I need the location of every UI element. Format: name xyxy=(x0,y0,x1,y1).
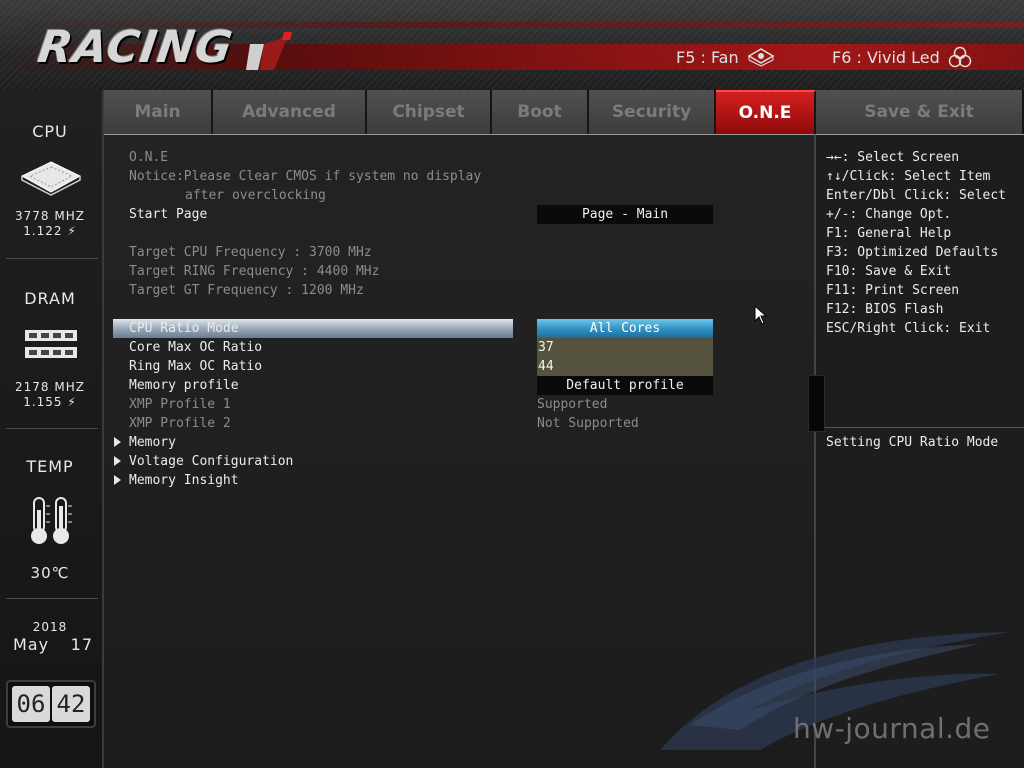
cpu-frequency: 3778 MHZ xyxy=(15,209,85,223)
mouse-cursor-icon xyxy=(754,305,768,325)
help-key-line: F10: Save & Exit xyxy=(826,264,952,279)
date-year: 2018 xyxy=(32,620,68,634)
core-max-oc-ratio-label[interactable]: Core Max OC Ratio xyxy=(129,338,262,357)
help-key-line: ↑↓/Click: Select Item xyxy=(826,169,991,184)
date-day-month: May 17 xyxy=(13,635,93,654)
date-day: 17 xyxy=(70,635,93,654)
help-divider xyxy=(816,427,1024,428)
help-key-line: Enter/Dbl Click: Select xyxy=(826,188,1007,203)
ring-max-oc-ratio-input[interactable]: 44 xyxy=(537,357,713,376)
help-key-line: F11: Print Screen xyxy=(826,283,960,298)
cpu-label: CPU xyxy=(32,122,68,141)
target-gt-frequency: Target GT Frequency : 1200 MHz xyxy=(129,283,364,298)
help-key-line: +/-: Change Opt. xyxy=(826,207,952,222)
clock-display: 06 42 xyxy=(6,680,96,728)
cpu-ratio-mode-value[interactable]: All Cores xyxy=(537,319,713,338)
memory-profile-label[interactable]: Memory profile xyxy=(129,376,239,395)
panel-resize-handle[interactable] xyxy=(808,375,825,432)
submenu-memory-insight[interactable]: Memory Insight xyxy=(129,471,239,490)
cpu-chip-icon xyxy=(20,161,82,196)
target-ring-frequency: Target RING Frequency : 4400 MHz xyxy=(129,264,380,279)
xmp-profile-1-label: XMP Profile 1 xyxy=(129,397,231,412)
tab-chipset[interactable]: Chipset xyxy=(367,90,492,134)
led-icon xyxy=(948,46,972,68)
section-title: O.N.E xyxy=(129,150,169,165)
hotkey-fan[interactable]: F5 : Fan xyxy=(676,46,775,68)
dram-frequency: 2178 MHZ xyxy=(15,380,85,394)
help-key-line: F12: BIOS Flash xyxy=(826,302,944,317)
tab-security[interactable]: Security xyxy=(589,90,716,134)
tab-boot[interactable]: Boot xyxy=(492,90,589,134)
clock-hour: 06 xyxy=(12,686,50,722)
core-max-oc-ratio-input[interactable]: 37 xyxy=(537,338,713,357)
tab-main[interactable]: Main xyxy=(104,90,213,134)
cpu-ratio-mode-label[interactable]: CPU Ratio Mode xyxy=(129,319,239,338)
tab-one[interactable]: O.N.E xyxy=(716,90,816,134)
fan-icon xyxy=(747,48,775,67)
thermometer-icon xyxy=(31,497,72,544)
tab-save-exit[interactable]: Save & Exit xyxy=(816,90,1024,134)
cpu-voltage: 1.122 ⚡ xyxy=(23,224,77,238)
xmp-profile-2-label: XMP Profile 2 xyxy=(129,416,231,431)
start-page-label[interactable]: Start Page xyxy=(129,205,207,224)
submenu-arrow-icon xyxy=(114,437,121,447)
sidebar-divider xyxy=(6,258,98,259)
date-month: May xyxy=(13,635,50,654)
tab-advanced[interactable]: Advanced xyxy=(213,90,367,134)
temp-label: TEMP xyxy=(26,457,74,476)
main-tab-bar: Main Advanced Chipset Boot Security O.N.… xyxy=(104,90,1024,134)
ring-max-oc-ratio-label[interactable]: Ring Max OC Ratio xyxy=(129,357,262,376)
hotkey-vivid-led[interactable]: F6 : Vivid Led xyxy=(832,46,972,68)
help-key-line: F1: General Help xyxy=(826,226,952,241)
watermark-text: hw-journal.de xyxy=(793,712,991,745)
notice-line-1: Notice:Please Clear CMOS if system no di… xyxy=(129,169,482,184)
hotkey-fan-label: F5 : Fan xyxy=(676,47,739,67)
notice-line-2: after overclocking xyxy=(185,188,326,203)
help-key-line: ESC/Right Click: Exit xyxy=(826,321,991,336)
xmp-profile-2-value: Not Supported xyxy=(537,416,639,431)
brand-logo-mark-icon xyxy=(246,32,292,70)
brand-logo: RACING xyxy=(34,22,237,73)
help-key-line: →←: Select Screen xyxy=(826,150,960,165)
temperature-value: 30℃ xyxy=(30,564,70,582)
sidebar-divider xyxy=(6,428,98,429)
start-page-value[interactable]: Page - Main xyxy=(537,205,713,224)
system-status-sidebar: CPU 3778 MHZ 1.122 ⚡ DRAM 2178 MHZ 1.155… xyxy=(0,90,104,768)
submenu-arrow-icon xyxy=(114,475,121,485)
sidebar-divider xyxy=(6,598,98,599)
dram-voltage: 1.155 ⚡ xyxy=(23,395,77,409)
memory-profile-value[interactable]: Default profile xyxy=(537,376,713,395)
dram-module-icon xyxy=(25,330,77,358)
submenu-arrow-icon xyxy=(114,456,121,466)
submenu-memory[interactable]: Memory xyxy=(129,433,176,452)
hotkey-led-label: F6 : Vivid Led xyxy=(832,47,940,67)
xmp-profile-1-value: Supported xyxy=(537,397,608,412)
help-description: Setting CPU Ratio Mode xyxy=(826,435,999,450)
header-bar: RACING F5 : Fan F6 : Vivid Led xyxy=(0,0,1024,90)
target-cpu-frequency: Target CPU Frequency : 3700 MHz xyxy=(129,245,372,260)
submenu-voltage-configuration[interactable]: Voltage Configuration xyxy=(129,452,293,471)
clock-minute: 42 xyxy=(52,686,90,722)
help-key-line: F3: Optimized Defaults xyxy=(826,245,999,260)
dram-label: DRAM xyxy=(24,289,76,308)
